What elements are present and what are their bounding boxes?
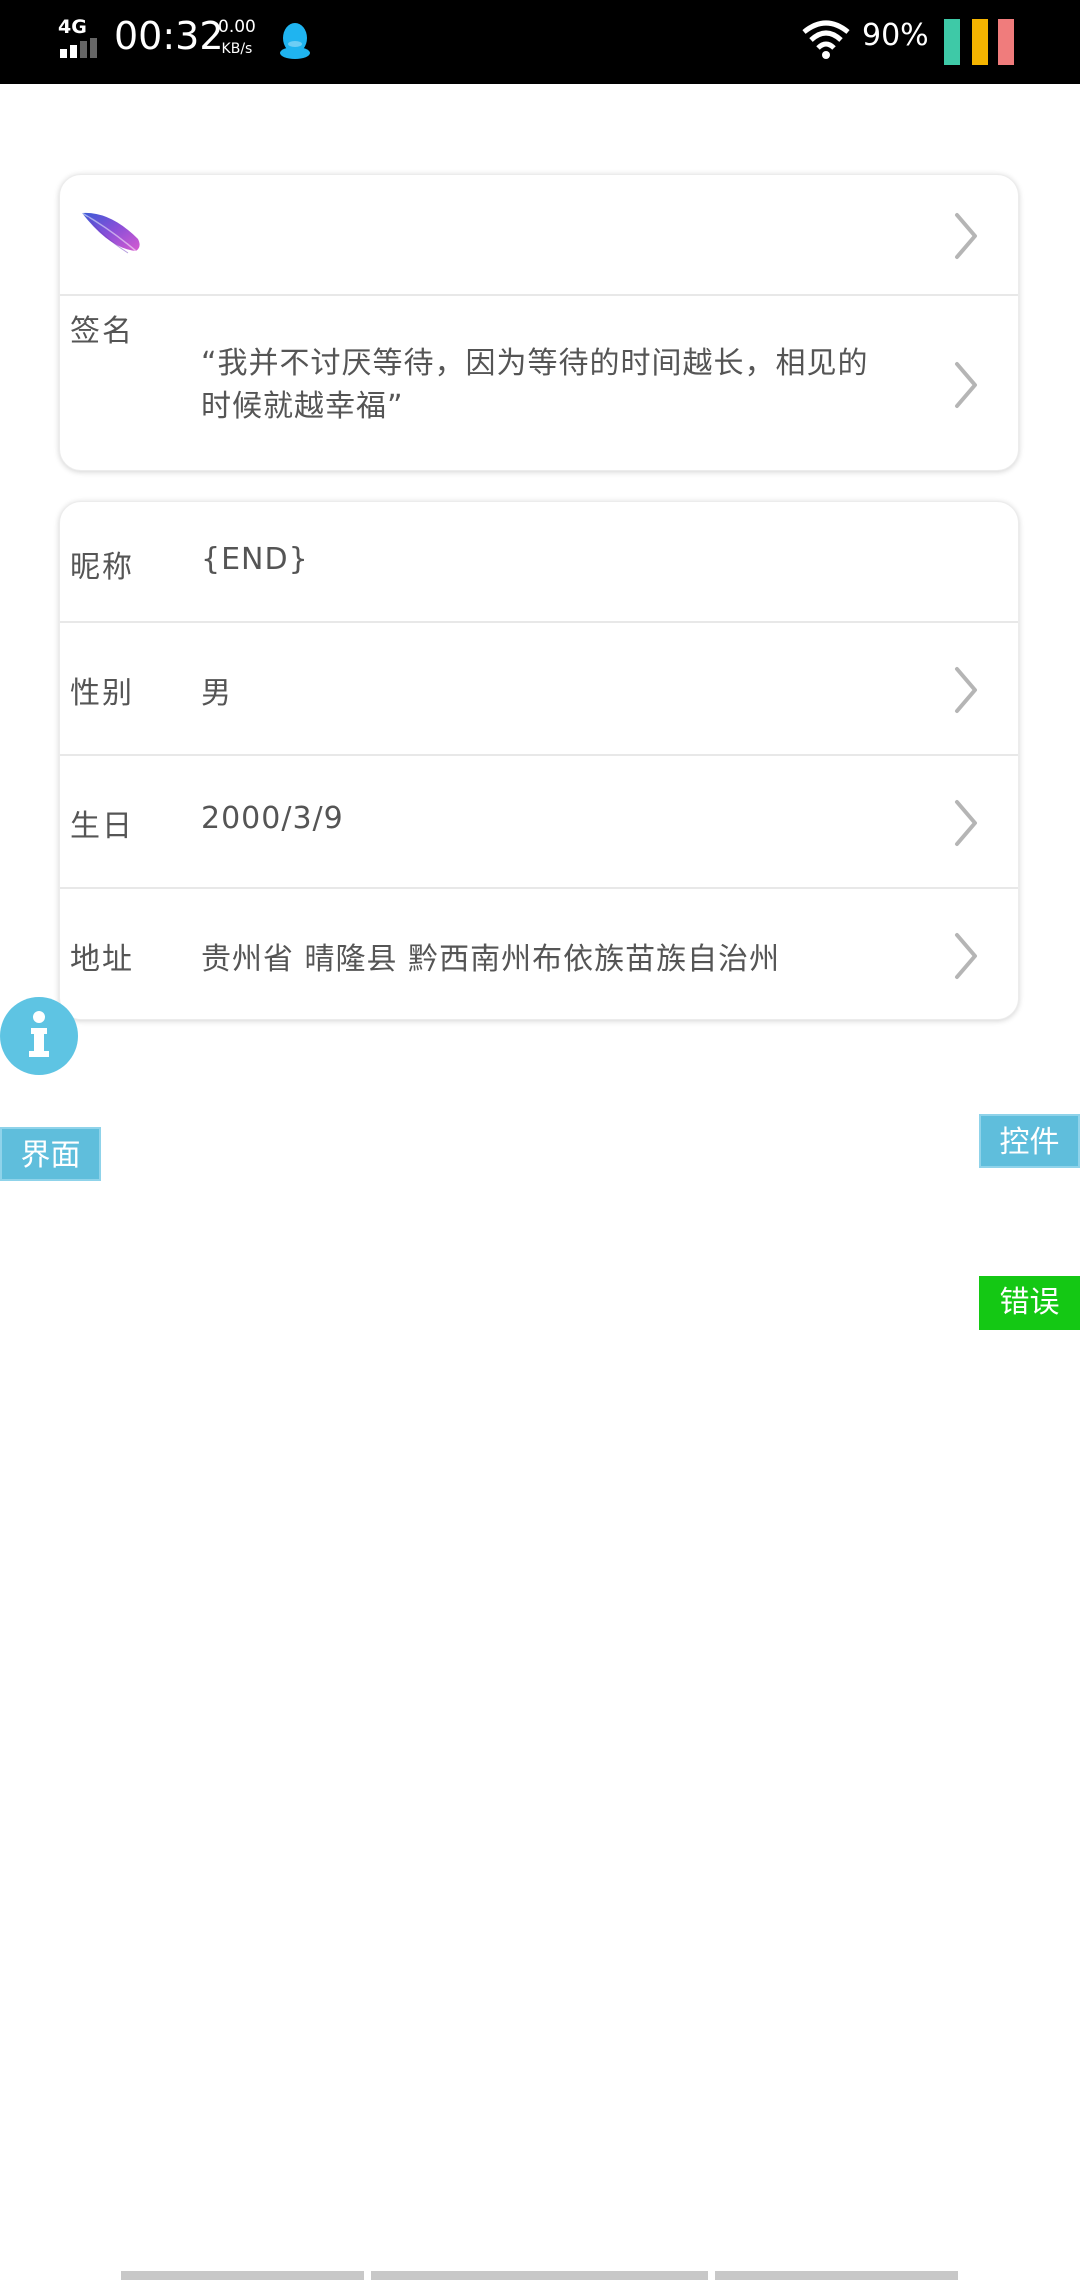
signal-icon <box>60 38 106 58</box>
address-value: 贵州省 晴隆县 黔西南州布依族苗族自治州 <box>201 942 781 977</box>
nickname-value: {END} <box>201 542 309 577</box>
address-label: 地址 <box>70 942 134 977</box>
error-inspect-tab[interactable]: 错误 <box>979 1276 1080 1330</box>
status-bar: 4G 00:32 0.00 KB/s 90% <box>0 0 1080 84</box>
birthday-label: 生日 <box>70 809 134 844</box>
nickname-label: 昵称 <box>70 550 134 585</box>
network-speed: 0.00 KB/s <box>218 16 256 60</box>
chevron-right-icon <box>955 933 977 979</box>
feather-logo-icon <box>81 212 140 254</box>
signature-row[interactable]: 签名 “我并不讨厌等待，因为等待的时间越长，相见的时候就越幸福” <box>60 296 1018 470</box>
bottom-bar-segment <box>715 2271 958 2280</box>
chevron-right-icon <box>955 362 977 408</box>
chevron-right-icon <box>955 213 977 259</box>
control-inspect-tab[interactable]: 控件 <box>979 1114 1080 1168</box>
signature-label: 签名 <box>70 314 134 349</box>
battery-level: 90% <box>862 18 929 53</box>
info-card: 昵称 {END} 性别 男 生日 2000/3/9 地址 贵州省 晴隆县 黔西南… <box>59 501 1019 1020</box>
speed-unit: KB/s <box>221 41 253 57</box>
clock: 00:32 <box>114 14 224 58</box>
nickname-row[interactable]: 昵称 {END} <box>60 502 1018 623</box>
info-float-button[interactable] <box>0 997 78 1075</box>
network-type: 4G <box>58 16 87 38</box>
profile-card: 签名 “我并不讨厌等待，因为等待的时间越长，相见的时候就越幸福” <box>59 174 1019 471</box>
info-icon <box>29 1011 49 1057</box>
ui-inspect-tab[interactable]: 界面 <box>0 1127 101 1181</box>
birthday-row[interactable]: 生日 2000/3/9 <box>60 756 1018 889</box>
gender-label: 性别 <box>70 676 134 711</box>
avatar-row[interactable] <box>60 175 1018 296</box>
signature-text: “我并不讨厌等待，因为等待的时间越长，相见的时候就越幸福” <box>201 346 869 424</box>
bottom-bar-segment <box>371 2271 708 2280</box>
qq-icon <box>280 23 310 59</box>
birthday-value: 2000/3/9 <box>201 801 344 836</box>
chevron-right-icon <box>955 800 977 846</box>
wifi-icon <box>802 20 850 59</box>
address-row[interactable]: 地址 贵州省 晴隆县 黔西南州布依族苗族自治州 <box>60 889 1018 1019</box>
color-bars-icon <box>944 19 1014 65</box>
speed-value: 0.00 <box>218 17 256 37</box>
bottom-bar-segment <box>121 2271 364 2280</box>
gender-value: 男 <box>201 676 232 711</box>
gender-row[interactable]: 性别 男 <box>60 623 1018 756</box>
chevron-right-icon <box>955 667 977 713</box>
